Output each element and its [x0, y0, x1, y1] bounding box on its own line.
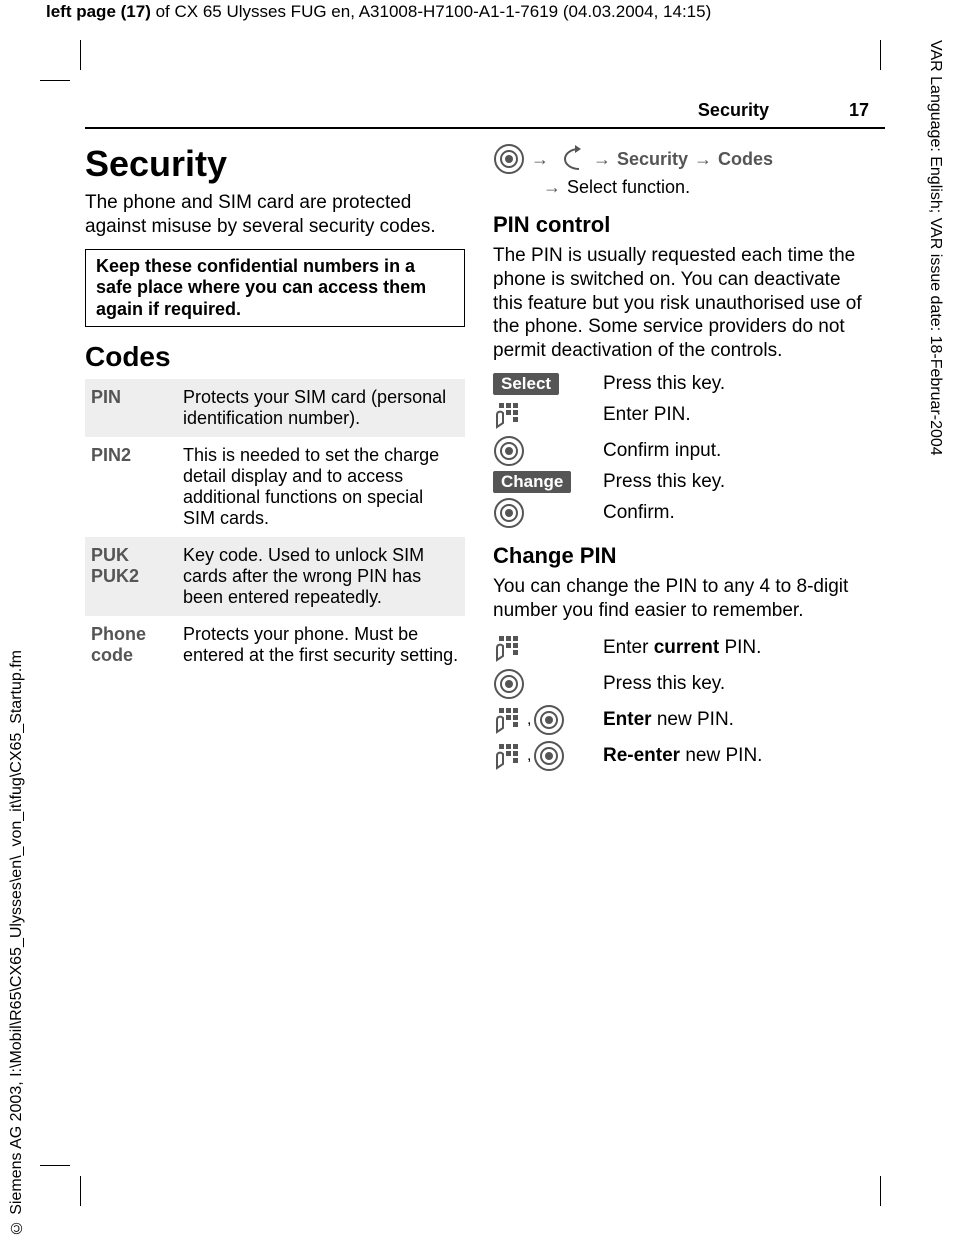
arrow-icon — [694, 149, 712, 170]
table-row: PINProtects your SIM card (personal iden… — [85, 379, 465, 437]
arrow-icon — [593, 149, 611, 170]
center-key-icon — [493, 668, 525, 700]
code-term: Phonecode — [85, 616, 177, 674]
codes-table: PINProtects your SIM card (personal iden… — [85, 379, 465, 674]
step-icon-cell: Change — [493, 471, 603, 493]
running-head-page: 17 — [849, 100, 869, 121]
code-term: PUKPUK2 — [85, 537, 177, 616]
change-pin-body: You can change the PIN to any 4 to 8-dig… — [493, 575, 873, 623]
step-row: Enter current PIN. — [493, 632, 873, 664]
step-text: Enter PIN. — [603, 404, 691, 426]
step-icon-cell — [493, 632, 603, 664]
softkey-label: Change — [493, 471, 571, 493]
code-term: PIN — [85, 379, 177, 437]
notice-box: Keep these confidential numbers in a saf… — [85, 249, 465, 328]
step-icon-cell: Select — [493, 373, 603, 395]
crop-mark — [40, 1165, 70, 1166]
code-desc: This is needed to set the charge detail … — [177, 437, 465, 537]
center-key-icon — [493, 435, 525, 467]
keypad-icon — [493, 740, 525, 772]
step-row: Press this key. — [493, 668, 873, 700]
step-text: Confirm. — [603, 502, 675, 524]
keypad-icon — [493, 704, 525, 736]
menu-path: Security Codes — [493, 143, 873, 175]
right-column: Security Codes Select function. PIN cont… — [493, 143, 873, 776]
step-text: Enter new PIN. — [603, 709, 734, 731]
step-text: Press this key. — [603, 471, 725, 493]
code-desc: Protects your SIM card (personal identif… — [177, 379, 465, 437]
crop-mark — [80, 1176, 81, 1206]
crop-mark — [40, 80, 70, 81]
step-icon-cell — [493, 399, 603, 431]
step-row: Confirm. — [493, 497, 873, 529]
running-head-section: Security — [698, 100, 769, 121]
step-text: Press this key. — [603, 673, 725, 695]
running-head: Security 17 — [85, 100, 885, 129]
menu-path-line2: Select function. — [493, 177, 873, 198]
table-row: PUKPUK2Key code. Used to unlock SIM card… — [85, 537, 465, 616]
intro-paragraph: The phone and SIM card are protected aga… — [85, 191, 465, 239]
center-key-icon — [533, 740, 565, 772]
step-row: Confirm input. — [493, 435, 873, 467]
keypad-icon — [493, 632, 525, 664]
change-pin-heading: Change PIN — [493, 543, 873, 569]
step-text: Enter current PIN. — [603, 637, 761, 659]
table-row: PIN2This is needed to set the charge det… — [85, 437, 465, 537]
code-desc: Protects your phone. Must be entered at … — [177, 616, 465, 674]
pin-control-body: The PIN is usually requested each time t… — [493, 244, 873, 363]
table-row: PhonecodeProtects your phone. Must be en… — [85, 616, 465, 674]
nav-security: Security — [617, 149, 688, 170]
step-icon-cell — [493, 435, 603, 467]
code-term: PIN2 — [85, 437, 177, 537]
crop-mark — [880, 1176, 881, 1206]
center-key-icon — [493, 497, 525, 529]
center-key-icon — [533, 704, 565, 736]
code-desc: Key code. Used to unlock SIM cards after… — [177, 537, 465, 616]
pin-control-heading: PIN control — [493, 212, 873, 238]
step-icon-cell: , — [493, 740, 603, 772]
step-row: Select Press this key. — [493, 373, 873, 395]
arrow-icon — [543, 177, 561, 198]
step-text: Press this key. — [603, 373, 725, 395]
center-key-icon — [493, 143, 525, 175]
left-column: Security The phone and SIM card are prot… — [85, 143, 465, 776]
step-icon-cell — [493, 668, 603, 700]
step-row: , Re-enter new PIN. — [493, 740, 873, 772]
build-header: left page (17) of CX 65 Ulysses FUG en, … — [46, 2, 894, 22]
back-menu-icon — [555, 143, 587, 175]
nav-codes: Codes — [718, 149, 773, 170]
step-row: , Enter new PIN. — [493, 704, 873, 736]
keypad-icon — [493, 399, 525, 431]
var-info-right: VAR Language: English; VAR issue date: 1… — [924, 40, 944, 540]
step-row: Change Press this key. — [493, 471, 873, 493]
codes-heading: Codes — [85, 341, 465, 373]
crop-mark — [80, 40, 81, 70]
step-icon-cell — [493, 497, 603, 529]
softkey-label: Select — [493, 373, 559, 395]
step-row: Enter PIN. — [493, 399, 873, 431]
pin-control-steps: Select Press this key. Enter PIN. Confirm i… — [493, 373, 873, 529]
arrow-icon — [531, 149, 549, 170]
nav-select-function: Select function. — [567, 177, 690, 198]
crop-mark — [880, 40, 881, 70]
change-pin-steps: Enter current PIN.Press this key., Enter… — [493, 632, 873, 772]
chapter-title: Security — [85, 143, 465, 185]
copyright-path-left: © Siemens AG 2003, I:\Mobil\R65\CX65_Uly… — [8, 650, 28, 1236]
step-text: Re-enter new PIN. — [603, 745, 762, 767]
step-text: Confirm input. — [603, 440, 721, 462]
step-icon-cell: , — [493, 704, 603, 736]
